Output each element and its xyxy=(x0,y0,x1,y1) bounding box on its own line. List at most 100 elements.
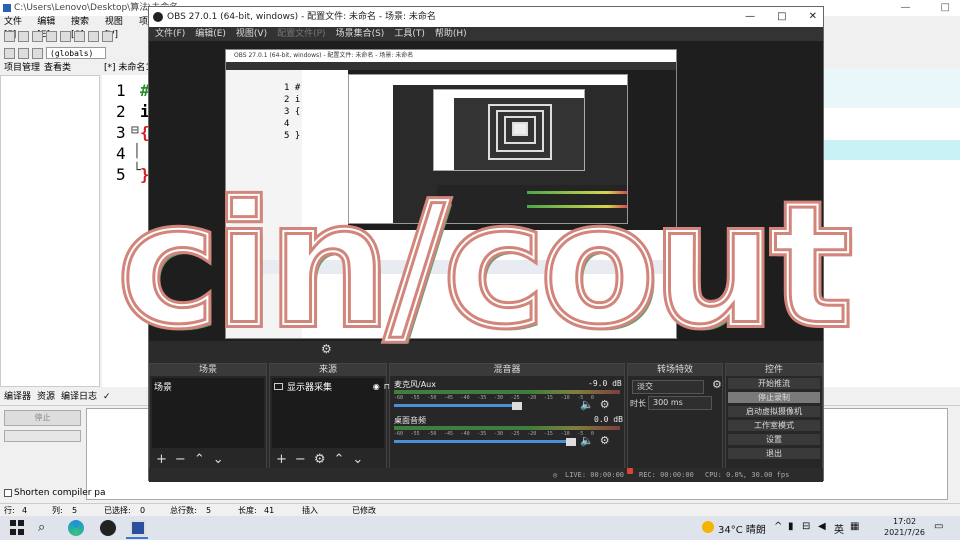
tab-classes[interactable]: 查看类 xyxy=(44,61,71,75)
obs-maximize-button[interactable]: □ xyxy=(777,7,786,27)
compile-run-icon[interactable] xyxy=(32,47,43,59)
redo-icon[interactable] xyxy=(102,31,113,42)
move-down-icon[interactable]: ⌄ xyxy=(213,452,224,467)
calendar-icon[interactable]: ▦ xyxy=(850,521,859,532)
desktop-volume-slider[interactable] xyxy=(394,440,570,443)
ime-indicator[interactable]: 英 xyxy=(834,521,844,536)
clock-time[interactable]: 17:02 xyxy=(893,517,916,526)
run-icon[interactable] xyxy=(18,47,29,59)
new-file-icon[interactable] xyxy=(4,31,15,42)
nested-code-line: 3 { xyxy=(284,107,301,117)
list-item[interactable]: 场景 xyxy=(154,380,172,393)
add-scene-icon[interactable]: + xyxy=(156,452,167,467)
gear-icon[interactable]: ⚙ xyxy=(321,342,332,356)
tab-resources[interactable]: 资源 xyxy=(37,389,55,405)
move-up-icon[interactable]: ⌃ xyxy=(194,452,205,467)
obs-minimize-button[interactable]: — xyxy=(745,7,755,27)
notification-icon[interactable]: ▭ xyxy=(934,521,943,532)
speaker-icon[interactable]: 🔈 xyxy=(580,434,594,447)
gear-icon[interactable]: ⚙ xyxy=(600,434,610,447)
nested-screen-capture-2 xyxy=(348,74,628,224)
tab-check-icon[interactable]: ✓ xyxy=(103,389,111,405)
sources-list[interactable]: 显示器采集 ◉ ⊓ xyxy=(272,378,390,448)
ide-menu-project[interactable]: 项 xyxy=(139,16,148,29)
add-source-icon[interactable]: + xyxy=(276,452,287,467)
mic-channel-name: 麦克风/Aux xyxy=(394,380,436,389)
obs-preview[interactable]: OBS 27.0.1 (64-bit, windows) - 配置文件: 未命名… xyxy=(149,41,823,341)
obs-menu-view[interactable]: 视图(V) xyxy=(236,27,267,41)
start-virtual-camera-button[interactable]: 启动虚拟摄像机 xyxy=(728,406,820,417)
save-icon[interactable] xyxy=(32,31,43,42)
tab-compiler[interactable]: 编译器 xyxy=(4,389,31,405)
shorten-option[interactable]: Shorten compiler pa xyxy=(4,488,106,498)
ide-status-bar: 行: 4 列: 5 已选择: 0 总行数: 5 长度: 41 插入 已修改 xyxy=(0,503,960,516)
obs-menu-file[interactable]: 文件(F) xyxy=(155,27,185,41)
duration-input[interactable]: 300 ms xyxy=(648,396,712,410)
list-item[interactable]: 显示器采集 ◉ ⊓ xyxy=(274,380,390,393)
obs-menu-help[interactable]: 帮助(H) xyxy=(435,27,467,41)
mic-volume-knob[interactable] xyxy=(512,402,522,410)
speaker-icon[interactable]: 🔈 xyxy=(580,398,594,411)
sun-icon xyxy=(702,521,714,533)
fold-toggle-icon[interactable]: ⊟ xyxy=(131,123,139,138)
line-number: 4 xyxy=(116,144,126,163)
obs-logo-icon xyxy=(153,12,163,22)
move-down-icon[interactable]: ⌄ xyxy=(352,452,363,467)
compile-progress xyxy=(4,430,81,442)
tab-project[interactable]: 项目管理 xyxy=(4,61,40,75)
project-panel xyxy=(0,75,100,387)
ide-menu-view[interactable]: 视图[V] xyxy=(105,16,133,40)
obs-menu-tools[interactable]: 工具(T) xyxy=(394,27,425,41)
volume-icon[interactable]: ◀ xyxy=(818,521,826,532)
remove-source-icon[interactable]: − xyxy=(295,452,306,467)
obs-menu-profile[interactable]: 配置文件(P) xyxy=(277,27,325,41)
transition-select[interactable]: 淡交 xyxy=(632,380,704,394)
eye-icon[interactable]: ◉ xyxy=(373,382,380,391)
obs-menu-edit[interactable]: 编辑(E) xyxy=(195,27,226,41)
editor-tab[interactable]: [*] 未命名1.c xyxy=(104,61,148,75)
stop-recording-button[interactable]: 停止录制 xyxy=(728,392,820,403)
move-up-icon[interactable]: ⌃ xyxy=(333,452,344,467)
nested-screen-capture-3 xyxy=(433,89,585,171)
studio-mode-button[interactable]: 工作室模式 xyxy=(728,420,820,431)
monitor-icon xyxy=(274,383,283,390)
gear-icon[interactable]: ⚙ xyxy=(712,378,722,391)
shorten-checkbox[interactable] xyxy=(4,489,12,497)
mic-volume-slider[interactable] xyxy=(394,404,516,407)
nested-title: OBS 27.0.1 (64-bit, windows) - 配置文件: 未命名… xyxy=(226,50,676,62)
ide-minimize-button[interactable]: — xyxy=(901,0,911,16)
tray-chevron-icon[interactable]: ^ xyxy=(774,521,782,532)
gear-icon[interactable]: ⚙ xyxy=(600,398,610,411)
network-icon[interactable]: ⊟ xyxy=(802,521,810,532)
record-icon xyxy=(627,468,633,474)
obs-window: OBS 27.0.1 (64-bit, windows) - 配置文件: 未命名… xyxy=(148,6,824,482)
ide-menu-file[interactable]: 文件[F] xyxy=(4,16,31,40)
undo-icon[interactable] xyxy=(88,31,99,42)
source-settings-icon[interactable]: ⚙ xyxy=(314,452,326,467)
obs-close-button[interactable]: ✕ xyxy=(809,7,817,27)
ide-maximize-button[interactable]: □ xyxy=(941,0,950,16)
compile-icon[interactable] xyxy=(4,47,15,59)
scope-select[interactable]: (globals) xyxy=(46,47,106,59)
desktop-volume-knob[interactable] xyxy=(566,438,576,446)
tab-compile-log[interactable]: 编译日志 xyxy=(61,389,97,405)
remove-scene-icon[interactable]: − xyxy=(175,452,186,467)
stop-compile-button[interactable]: 停止 xyxy=(4,410,81,426)
print-icon[interactable] xyxy=(74,31,85,42)
ide-menu-search[interactable]: 搜索[S] xyxy=(71,16,99,40)
open-file-icon[interactable] xyxy=(18,31,29,42)
weather-text[interactable]: 34°C 晴朗 xyxy=(718,521,766,536)
save-all-icon[interactable] xyxy=(46,31,57,42)
current-line-highlight xyxy=(822,140,960,160)
settings-button[interactable]: 设置 xyxy=(728,434,820,445)
exit-button[interactable]: 退出 xyxy=(728,448,820,459)
close-file-icon[interactable] xyxy=(60,31,71,42)
obs-menu-scene-collection[interactable]: 场景集合(S) xyxy=(336,27,385,41)
ide-menu-edit[interactable]: 编辑[E] xyxy=(37,16,65,40)
clock-date[interactable]: 2021/7/26 xyxy=(884,528,925,537)
transitions-dock: 转场特效 淡交 ⚙ 时长 300 ms xyxy=(627,363,723,471)
start-streaming-button[interactable]: 开始推流 xyxy=(728,378,820,389)
tray-app-icon[interactable]: ▮ xyxy=(788,521,794,532)
scenes-list[interactable]: 场景 xyxy=(152,378,264,448)
nested-obs-preview xyxy=(348,70,676,230)
